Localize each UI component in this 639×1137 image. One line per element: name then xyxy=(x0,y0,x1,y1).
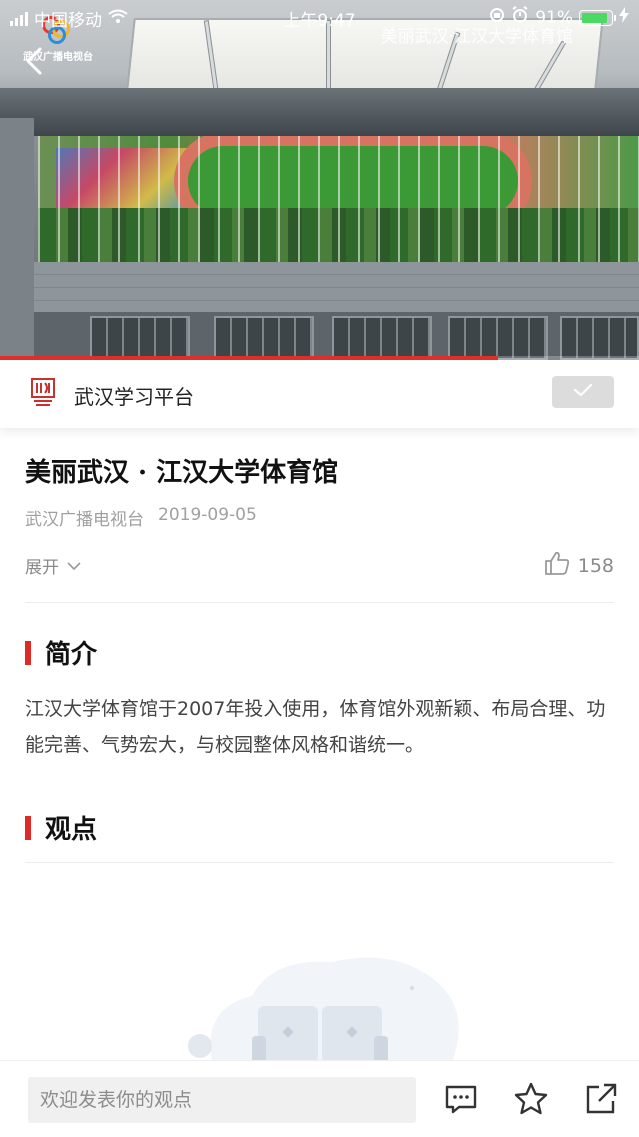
battery-icon xyxy=(579,9,616,26)
rotation-lock-icon xyxy=(489,7,505,28)
alarm-icon xyxy=(511,6,529,29)
comment-icon[interactable] xyxy=(443,1081,479,1117)
platform-bar: 武汉学习平台 xyxy=(0,360,639,428)
chevron-down-icon xyxy=(67,556,81,576)
check-icon xyxy=(573,382,593,402)
thumbs-up-icon xyxy=(544,551,570,580)
platform-name[interactable]: 武汉学习平台 xyxy=(74,381,194,410)
star-icon[interactable] xyxy=(513,1081,549,1117)
video-frame-windows xyxy=(34,312,639,360)
bottom-bar xyxy=(0,1060,639,1137)
intro-text: 江汉大学体育馆于2007年投入使用，体育馆外观新颖、布局合理、功能完善、气势宏大… xyxy=(25,698,606,756)
comment-input[interactable] xyxy=(28,1077,416,1123)
section-marker xyxy=(25,815,31,840)
intro-section-heading: 简介 xyxy=(25,634,97,671)
divider xyxy=(25,602,614,603)
video-player[interactable]: 武汉广播电视台 美丽武汉·江汉大学体育馆 xyxy=(0,0,639,360)
empty-comments-illustration xyxy=(172,948,462,1062)
like-count: 158 xyxy=(577,554,614,577)
video-frame-glass xyxy=(38,136,639,262)
opinion-heading: 观点 xyxy=(45,815,98,845)
video-frame-facade xyxy=(0,118,34,360)
subscribe-button[interactable] xyxy=(552,376,614,408)
like-button[interactable]: 158 xyxy=(544,551,614,580)
share-icon[interactable] xyxy=(583,1081,619,1117)
section-marker xyxy=(25,640,31,665)
platform-logo-icon[interactable] xyxy=(30,377,56,409)
opinion-section-heading: 观点 xyxy=(25,809,97,846)
article-source[interactable]: 武汉广播电视台 xyxy=(25,505,144,530)
page: 武汉广播电视台 美丽武汉·江汉大学体育馆 中国移动 上午9:47 91% 武汉学… xyxy=(0,0,639,1137)
back-arrow-icon[interactable] xyxy=(22,46,48,76)
expand-label: 展开 xyxy=(25,558,59,578)
battery-percent: 91% xyxy=(535,7,573,28)
article-title: 美丽武汉 · 江汉大学体育馆 xyxy=(25,458,339,488)
article-date: 2019-09-05 xyxy=(158,505,257,525)
divider xyxy=(25,862,614,863)
video-frame-wall xyxy=(34,262,639,312)
video-frame-roof xyxy=(0,88,639,136)
charging-icon xyxy=(619,7,629,28)
expand-button[interactable]: 展开 xyxy=(25,553,81,578)
status-bar: 中国移动 上午9:47 91% xyxy=(0,0,639,34)
intro-heading: 简介 xyxy=(45,640,98,670)
article-meta: 武汉广播电视台 2019-09-05 xyxy=(25,505,257,530)
